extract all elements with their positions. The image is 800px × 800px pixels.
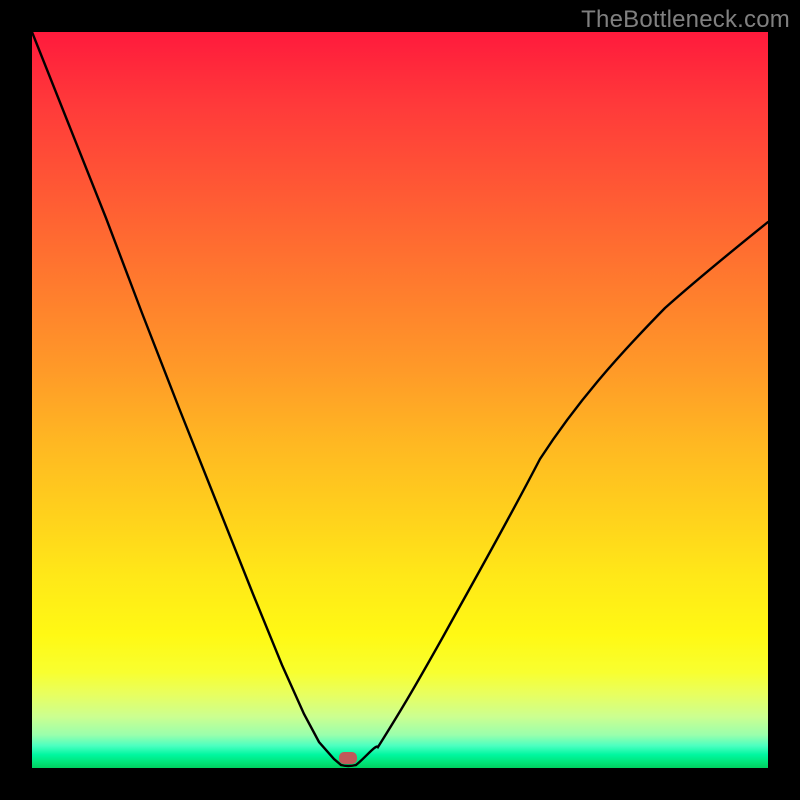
curve-valley xyxy=(341,765,356,766)
curve-right-branch xyxy=(356,222,768,765)
watermark-text: TheBottleneck.com xyxy=(581,6,790,34)
bottleneck-curve xyxy=(32,32,768,768)
outer-frame: TheBottleneck.com xyxy=(0,0,800,800)
minimum-marker xyxy=(339,752,357,764)
plot-area xyxy=(32,32,768,768)
curve-left-branch xyxy=(32,32,341,765)
